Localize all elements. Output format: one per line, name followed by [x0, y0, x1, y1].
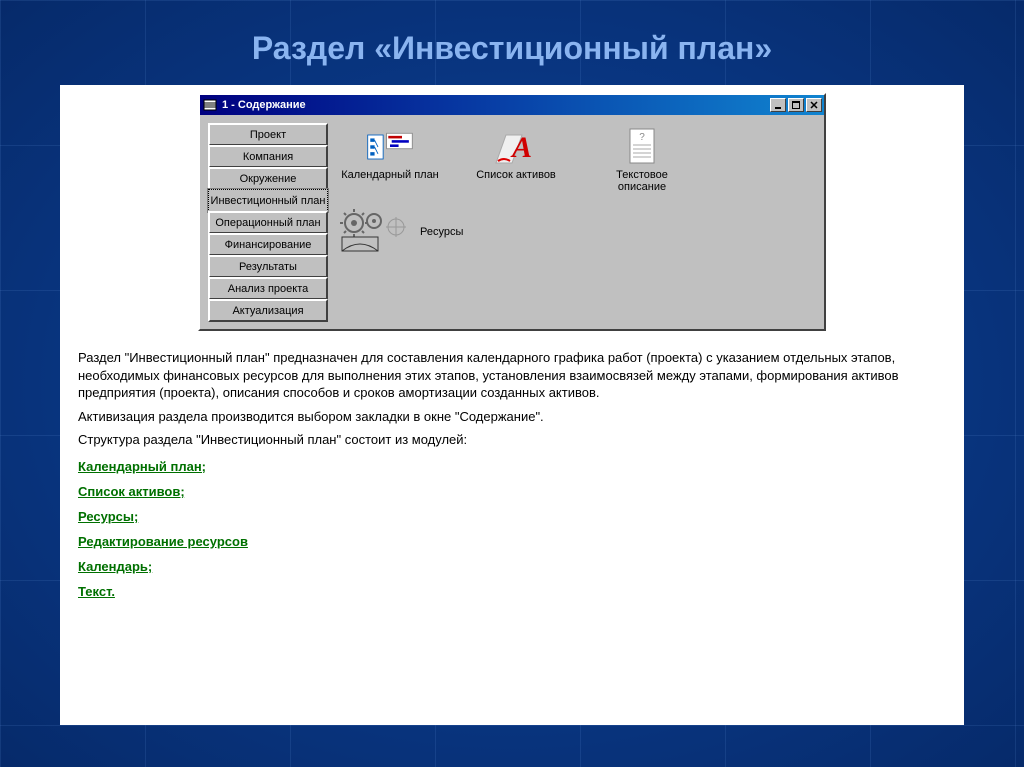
minimize-button[interactable]: [770, 98, 786, 112]
tab-financing[interactable]: Финансирование: [208, 233, 328, 256]
gantt-chart-icon: [366, 127, 414, 167]
link-calendar[interactable]: Календарь;: [78, 559, 946, 574]
content-panel: 1 - Содержание Проект Компания Окружение…: [60, 85, 964, 725]
gears-icon: [340, 211, 410, 251]
maximize-button[interactable]: [788, 98, 804, 112]
link-edit-resources[interactable]: Редактирование ресурсов: [78, 534, 946, 549]
app-icon: [202, 97, 218, 113]
module-text-description[interactable]: ? Текстовое описание: [592, 127, 692, 193]
description-paragraph-1: Раздел "Инвестиционный план" предназначе…: [78, 349, 946, 402]
app-window: 1 - Содержание Проект Компания Окружение…: [198, 93, 826, 331]
tab-analysis[interactable]: Анализ проекта: [208, 277, 328, 300]
window-body: Проект Компания Окружение Инвестиционный…: [200, 115, 824, 329]
document-icon: ?: [618, 127, 666, 167]
module-asset-list[interactable]: A Список активов: [466, 127, 566, 193]
titlebar[interactable]: 1 - Содержание: [200, 95, 824, 115]
description-paragraph-3: Структура раздела "Инвестиционный план" …: [78, 431, 946, 449]
tab-environment[interactable]: Окружение: [208, 167, 328, 190]
close-button[interactable]: [806, 98, 822, 112]
module-label: Календарный план: [341, 169, 439, 181]
tab-results[interactable]: Результаты: [208, 255, 328, 278]
tab-actualization[interactable]: Актуализация: [208, 299, 328, 322]
tab-company[interactable]: Компания: [208, 145, 328, 168]
slide-title: Раздел «Инвестиционный план»: [0, 0, 1024, 85]
svg-text:?: ?: [639, 132, 645, 143]
tab-investment-plan[interactable]: Инвестиционный план: [208, 189, 328, 212]
tab-operational-plan[interactable]: Операционный план: [208, 211, 328, 234]
module-label: Список активов: [476, 169, 556, 181]
assets-icon: A: [492, 127, 540, 167]
module-area: Календарный план A Список активов: [336, 123, 816, 321]
link-calendar-plan[interactable]: Календарный план;: [78, 459, 946, 474]
description-paragraph-2: Активизация раздела производится выбором…: [78, 408, 946, 426]
tab-project[interactable]: Проект: [208, 123, 328, 146]
window-title: 1 - Содержание: [222, 99, 768, 111]
module-links: Календарный план; Список активов; Ресурс…: [78, 459, 946, 599]
module-label: Ресурсы: [420, 226, 463, 238]
module-calendar-plan[interactable]: Календарный план: [340, 127, 440, 193]
module-resources[interactable]: Ресурсы: [340, 211, 463, 251]
module-label: Текстовое описание: [592, 169, 692, 193]
section-tabs: Проект Компания Окружение Инвестиционный…: [208, 123, 328, 321]
link-resources[interactable]: Ресурсы;: [78, 509, 946, 524]
link-text[interactable]: Текст.: [78, 584, 946, 599]
svg-text:A: A: [510, 131, 532, 164]
link-asset-list[interactable]: Список активов;: [78, 484, 946, 499]
